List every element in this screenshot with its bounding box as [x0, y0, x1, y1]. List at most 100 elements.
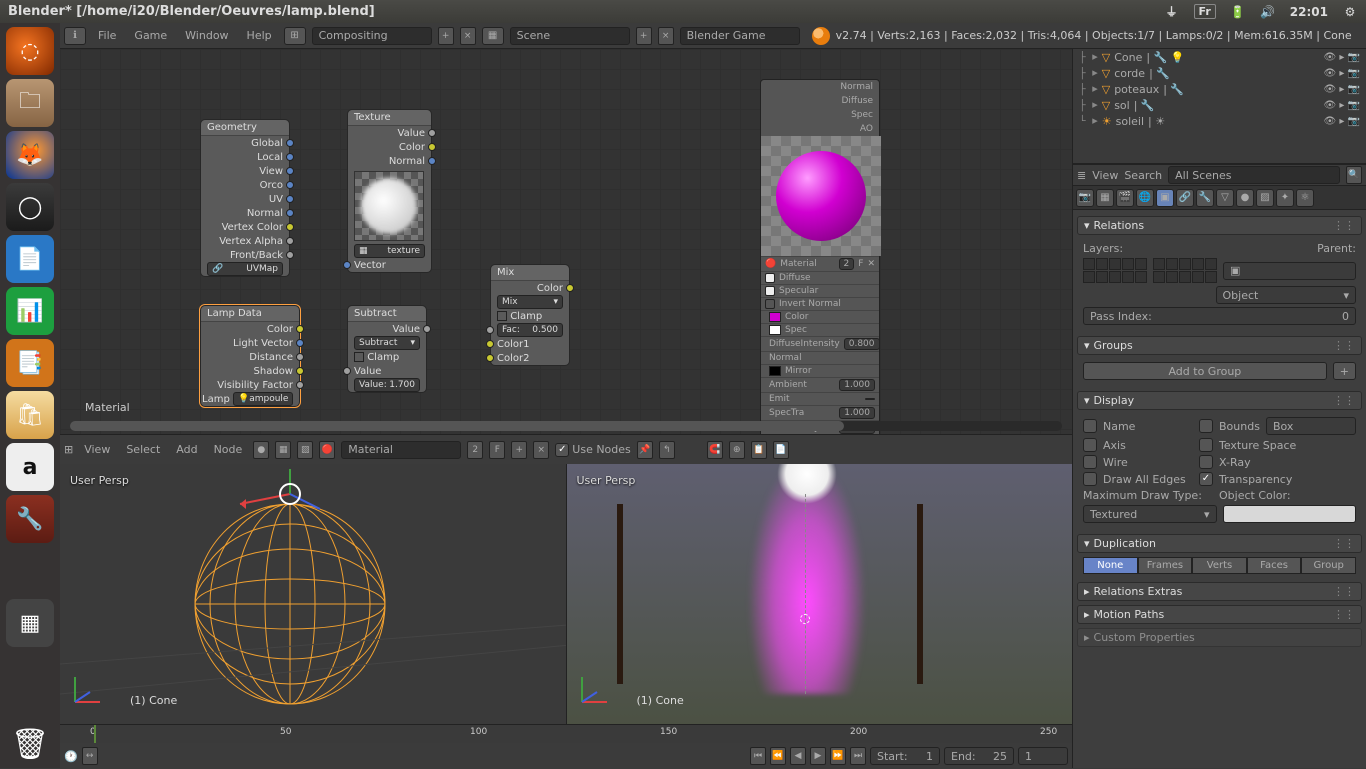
keyboard-layout[interactable]: Fr: [1194, 4, 1216, 19]
screen-select[interactable]: Compositing: [312, 27, 432, 45]
tab-world-icon[interactable]: 🌐: [1136, 189, 1154, 207]
menu-window[interactable]: Window: [179, 29, 234, 42]
pass-index[interactable]: Pass Index:0: [1083, 307, 1356, 325]
node-output[interactable]: Normal Diffuse Spec AO 🔴Material2F✕ Diff…: [760, 79, 880, 434]
software-center-icon[interactable]: 🛍: [6, 391, 54, 439]
battery-icon[interactable]: 🔋: [1230, 5, 1246, 19]
settings-gear-icon[interactable]: ⚙: [1342, 5, 1358, 19]
viewport-canvas[interactable]: User Persp: [60, 464, 566, 742]
copy-nodes-icon[interactable]: 📋: [751, 441, 767, 459]
parent-type[interactable]: Object▾: [1216, 286, 1357, 304]
node-canvas[interactable]: Geometry Global Local View Orco UV Norma…: [60, 49, 1072, 434]
check-bounds[interactable]: [1199, 419, 1213, 433]
tab-constraints-icon[interactable]: 🔗: [1176, 189, 1194, 207]
material-browse-icon[interactable]: 🔴: [319, 441, 335, 459]
add-group-plus[interactable]: +: [1333, 362, 1356, 380]
object-color[interactable]: [1223, 505, 1357, 523]
calc-icon[interactable]: 📊: [6, 287, 54, 335]
play-icon[interactable]: ▶: [810, 747, 826, 765]
files-icon[interactable]: 🗀: [6, 79, 54, 127]
max-draw-type[interactable]: Textured▾: [1083, 505, 1217, 523]
layers-grid[interactable]: [1153, 258, 1217, 283]
timeline-ruler[interactable]: 0 50 100 150 200 250: [60, 725, 1072, 743]
node-mix[interactable]: Mix Color Mix▾ Clamp Fac:0.500 Color1 Co…: [490, 264, 570, 366]
uvmap-field[interactable]: 🔗UVMap: [207, 262, 283, 276]
screen-delete-button[interactable]: ×: [460, 27, 476, 45]
engine-select[interactable]: Blender Game: [680, 27, 800, 45]
sync-icon[interactable]: ↔: [82, 747, 98, 765]
tab-texture-icon[interactable]: ▨: [1256, 189, 1274, 207]
tab-object-icon[interactable]: ▣: [1156, 189, 1174, 207]
menu-view[interactable]: View: [79, 443, 115, 456]
step-fwd-icon[interactable]: ⏩: [830, 747, 846, 765]
scene-delete-button[interactable]: ×: [658, 27, 674, 45]
outliner-item[interactable]: ├ ▸▽corde| 🔧👁 ▸ 📷: [1073, 65, 1366, 81]
system-settings-icon[interactable]: 🔧: [6, 495, 54, 543]
tab-physics-icon[interactable]: ⚛: [1296, 189, 1314, 207]
node-texture[interactable]: Texture Value Color Normal ▦texture Vect…: [347, 109, 432, 273]
outliner-item[interactable]: └ ▸☀soleil| ☀👁 ▸ 📷: [1073, 113, 1366, 129]
layers-grid[interactable]: [1083, 258, 1147, 283]
pin-icon[interactable]: 📌: [637, 441, 653, 459]
snap-type-icon[interactable]: ⊕: [729, 441, 745, 459]
panel-custom-props[interactable]: ▸Custom Properties: [1077, 628, 1362, 647]
node-lamp-data[interactable]: Lamp Data Color Light Vector Distance Sh…: [200, 305, 300, 407]
jump-end-icon[interactable]: ⏭: [850, 747, 866, 765]
screen-add-button[interactable]: +: [438, 27, 454, 45]
check-drawedges[interactable]: [1083, 472, 1097, 486]
start-frame[interactable]: Start:1: [870, 747, 940, 765]
screen-browse-icon[interactable]: ⊞: [284, 27, 306, 45]
step-back-icon[interactable]: ⏪: [770, 747, 786, 765]
value-field[interactable]: Value:1.700: [354, 378, 420, 392]
tab-particles-icon[interactable]: ✦: [1276, 189, 1294, 207]
clock[interactable]: 22:01: [1290, 5, 1328, 19]
node-subtract[interactable]: Subtract Value Subtract▾ Clamp Value Val…: [347, 305, 427, 393]
parent-field[interactable]: ▣: [1223, 262, 1356, 280]
steam-icon[interactable]: ◯: [6, 183, 54, 231]
viewport-canvas[interactable]: User Persp (1) Cone: [567, 464, 1073, 742]
impress-icon[interactable]: 📑: [6, 339, 54, 387]
firefox-icon[interactable]: 🦊: [6, 131, 54, 179]
menu-node[interactable]: Node: [209, 443, 248, 456]
current-frame[interactable]: 1: [1018, 747, 1068, 765]
panel-duplication[interactable]: ▾Duplication⋮⋮: [1077, 534, 1362, 553]
properties-body[interactable]: ▾Relations⋮⋮ Layers:Parent: ▣ Object▾ Pa…: [1073, 210, 1366, 768]
scene-browse-icon[interactable]: ▦: [482, 27, 504, 45]
menu-add[interactable]: Add: [171, 443, 202, 456]
check-xray[interactable]: [1199, 455, 1213, 469]
panel-groups[interactable]: ▾Groups⋮⋮: [1077, 336, 1362, 355]
panel-relations[interactable]: ▾Relations⋮⋮: [1077, 216, 1362, 235]
tab-render-layers-icon[interactable]: ▦: [1096, 189, 1114, 207]
check-transparency[interactable]: [1199, 472, 1213, 486]
outliner-item[interactable]: ├ ▸▽sol| 🔧👁 ▸ 📷: [1073, 97, 1366, 113]
texture-type-icon[interactable]: ▨: [297, 441, 313, 459]
amazon-icon[interactable]: a: [6, 443, 54, 491]
outliner-item[interactable]: ├ ▸▽poteaux| 🔧👁 ▸ 📷: [1073, 81, 1366, 97]
scene-add-button[interactable]: +: [636, 27, 652, 45]
math-op[interactable]: Subtract▾: [354, 336, 420, 350]
menu-file[interactable]: File: [92, 29, 122, 42]
check-name[interactable]: [1083, 419, 1097, 433]
check-axis[interactable]: [1083, 438, 1097, 452]
blend-op[interactable]: Mix▾: [497, 295, 563, 309]
material-users[interactable]: 2: [467, 441, 483, 459]
tab-scene-icon[interactable]: 🎬: [1116, 189, 1134, 207]
editor-type-icon[interactable]: 🕐: [64, 750, 78, 763]
outliner[interactable]: ├ ▸▽Cone| 🔧 💡👁 ▸ 📷 ├ ▸▽corde| 🔧👁 ▸ 📷 ├ ▸…: [1073, 49, 1366, 164]
use-nodes-check[interactable]: [555, 443, 569, 457]
playhead[interactable]: [94, 725, 96, 743]
menu-help[interactable]: Help: [241, 29, 278, 42]
menu-select[interactable]: Select: [121, 443, 165, 456]
volume-icon[interactable]: 🔊: [1260, 5, 1276, 19]
tab-data-icon[interactable]: ▽: [1216, 189, 1234, 207]
tab-material-icon[interactable]: ●: [1236, 189, 1254, 207]
duplication-buttons[interactable]: None Frames Verts Faces Group: [1083, 557, 1356, 574]
tab-modifiers-icon[interactable]: 🔧: [1196, 189, 1214, 207]
lamp-field[interactable]: 💡ampoule: [233, 392, 293, 406]
node-geometry[interactable]: Geometry Global Local View Orco UV Norma…: [200, 119, 290, 277]
go-parent-icon[interactable]: ↰: [659, 441, 675, 459]
editor-type-icon[interactable]: ≣: [1077, 169, 1086, 182]
node-editor[interactable]: Geometry Global Local View Orco UV Norma…: [60, 49, 1072, 464]
unlink-button[interactable]: ×: [533, 441, 549, 459]
fake-user-button[interactable]: F: [489, 441, 505, 459]
